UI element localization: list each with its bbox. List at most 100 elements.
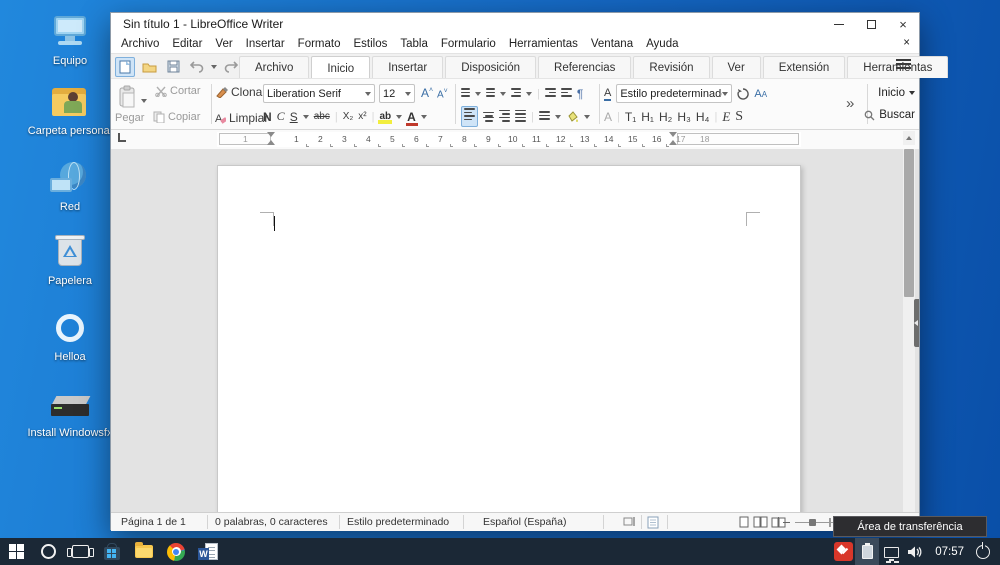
paste-button[interactable] <box>117 85 139 109</box>
close-document-icon[interactable]: × <box>903 37 910 49</box>
page-count[interactable]: Página 1 de 1 <box>121 516 186 528</box>
spotlight-styles-icon[interactable]: A <box>604 87 612 101</box>
tab-revision[interactable]: Revisión <box>633 56 710 78</box>
red-app-tray-button[interactable] <box>831 538 855 565</box>
menu-ventana[interactable]: Ventana <box>591 38 633 50</box>
page-style[interactable]: Estilo predeterminado <box>347 516 449 528</box>
desktop-icon-computer[interactable]: Equipo <box>22 14 118 67</box>
menu-tabla[interactable]: Tabla <box>400 38 428 50</box>
quick-menu-button[interactable]: Inicio <box>843 82 915 104</box>
strong-style-button[interactable]: S <box>735 109 743 125</box>
writer-taskbar-button[interactable]: W <box>192 538 224 565</box>
align-left-button[interactable] <box>461 106 478 127</box>
zoom-out-icon[interactable] <box>783 522 790 523</box>
undo-icon[interactable] <box>187 57 207 77</box>
desktop-icon-helloa[interactable]: Helloa <box>22 310 118 363</box>
line-spacing-dropdown-icon[interactable] <box>554 114 561 119</box>
heading2-button[interactable]: H₂ <box>659 110 672 124</box>
desktop-icon-trash[interactable]: Papelera <box>22 234 118 287</box>
indent-marker-left-icon[interactable] <box>267 132 275 137</box>
heading3-button[interactable]: H₃ <box>677 110 691 124</box>
strikethrough-button[interactable]: abc <box>314 111 330 122</box>
line-spacing-icon[interactable] <box>538 111 550 122</box>
tab-stop-selector-icon[interactable] <box>118 133 126 142</box>
menu-editar[interactable]: Editar <box>172 38 202 50</box>
highlight-color-button[interactable]: ab <box>378 111 393 124</box>
edit-style-icon[interactable]: AA <box>754 88 767 100</box>
text-language[interactable]: Español (España) <box>483 516 566 528</box>
title-bar[interactable]: Sin título 1 - LibreOffice Writer × <box>111 13 919 35</box>
paragraph-background-dropdown-icon[interactable] <box>583 114 590 119</box>
power-button[interactable] <box>976 541 990 559</box>
font-color-button[interactable]: A <box>406 110 418 126</box>
clear-formatting-button[interactable]: A Limpiar <box>215 111 268 125</box>
font-size-combo[interactable]: 12 <box>379 84 415 103</box>
open-icon[interactable] <box>139 57 159 77</box>
bullet-list-icon[interactable] <box>461 88 470 99</box>
tab-referencias[interactable]: Referencias <box>538 56 632 78</box>
store-button[interactable] <box>96 538 128 565</box>
maximize-button[interactable] <box>855 13 887 35</box>
sidebar-toggle-grip[interactable] <box>914 299 919 347</box>
network-tray-button[interactable] <box>879 538 903 565</box>
scroll-up-icon[interactable] <box>903 131 915 145</box>
copy-button[interactable]: Copiar <box>153 111 200 123</box>
menu-insertar[interactable]: Insertar <box>246 38 285 50</box>
redo-icon[interactable] <box>221 57 241 77</box>
document-modified-icon[interactable] <box>647 516 659 529</box>
font-name-combo[interactable]: Liberation Serif <box>263 84 375 103</box>
helloa-assistant-button[interactable] <box>32 538 64 565</box>
close-button[interactable]: × <box>887 13 919 35</box>
cut-button[interactable]: Cortar <box>155 85 201 97</box>
paste-label[interactable]: Pegar <box>115 112 144 124</box>
tab-ver[interactable]: Ver <box>711 56 761 78</box>
desktop-icon-network[interactable]: Red <box>22 160 118 213</box>
underline-button[interactable]: S <box>290 110 298 124</box>
italic-button[interactable]: C <box>277 109 285 124</box>
undo-dropdown-icon[interactable] <box>211 64 217 69</box>
desktop-icon-install-windowsfx[interactable]: Install Windowsfx <box>22 386 118 439</box>
desktop-icon-home-folder[interactable]: Carpeta personal <box>22 84 118 137</box>
menu-ver[interactable]: Ver <box>215 38 232 50</box>
tab-inicio[interactable]: Inicio <box>311 56 371 80</box>
tab-insertar[interactable]: Insertar <box>372 56 444 78</box>
highlight-dropdown-icon[interactable] <box>396 114 403 119</box>
document-page[interactable] <box>217 165 801 512</box>
outline-dropdown-icon[interactable] <box>526 91 532 96</box>
bullet-list-dropdown-icon[interactable] <box>475 91 481 96</box>
indent-marker-left2-icon[interactable] <box>267 140 275 145</box>
heading1-button[interactable]: H₁ <box>641 110 654 124</box>
no-character-style-button[interactable]: A <box>604 110 612 124</box>
document-area[interactable] <box>111 149 919 512</box>
clone-formatting-button[interactable]: Clonar <box>215 85 266 99</box>
font-color-dropdown-icon[interactable] <box>420 114 427 119</box>
taskbar-clock[interactable]: 07:57 <box>927 546 972 558</box>
save-icon[interactable] <box>163 57 183 77</box>
menu-estilos[interactable]: Estilos <box>354 38 388 50</box>
search-button[interactable]: Buscar <box>843 104 915 126</box>
numbered-list-dropdown-icon[interactable] <box>500 91 506 96</box>
menu-ayuda[interactable]: Ayuda <box>646 38 678 50</box>
heading4-button[interactable]: H₄ <box>696 110 710 124</box>
bold-button[interactable]: N <box>263 110 272 124</box>
update-style-icon[interactable] <box>737 87 750 100</box>
clipboard-tray-button[interactable] <box>855 538 880 565</box>
emphasis-style-button[interactable]: E <box>722 109 730 125</box>
menu-hamburger-icon[interactable] <box>896 59 911 71</box>
selection-mode-icon[interactable] <box>623 516 636 527</box>
zoom-slider-thumb[interactable] <box>809 519 816 526</box>
menu-herramientas[interactable]: Herramientas <box>509 38 578 50</box>
tab-disposicion[interactable]: Disposición <box>445 56 537 78</box>
align-center-button[interactable] <box>483 111 494 122</box>
formatting-marks-button[interactable]: ¶ <box>577 87 583 101</box>
minimize-button[interactable] <box>823 13 855 35</box>
new-document-icon[interactable] <box>115 56 135 77</box>
tab-archivo[interactable]: Archivo <box>239 56 310 78</box>
increase-size-button[interactable]: A˄ <box>421 86 433 100</box>
increase-indent-icon[interactable] <box>544 88 556 99</box>
numbered-list-icon[interactable] <box>486 88 495 99</box>
paragraph-style-combo[interactable]: Estilo predeterminadc <box>616 84 733 103</box>
menu-formato[interactable]: Formato <box>298 38 341 50</box>
superscript-button[interactable]: x² <box>358 111 366 122</box>
word-count[interactable]: 0 palabras, 0 caracteres <box>215 516 328 528</box>
